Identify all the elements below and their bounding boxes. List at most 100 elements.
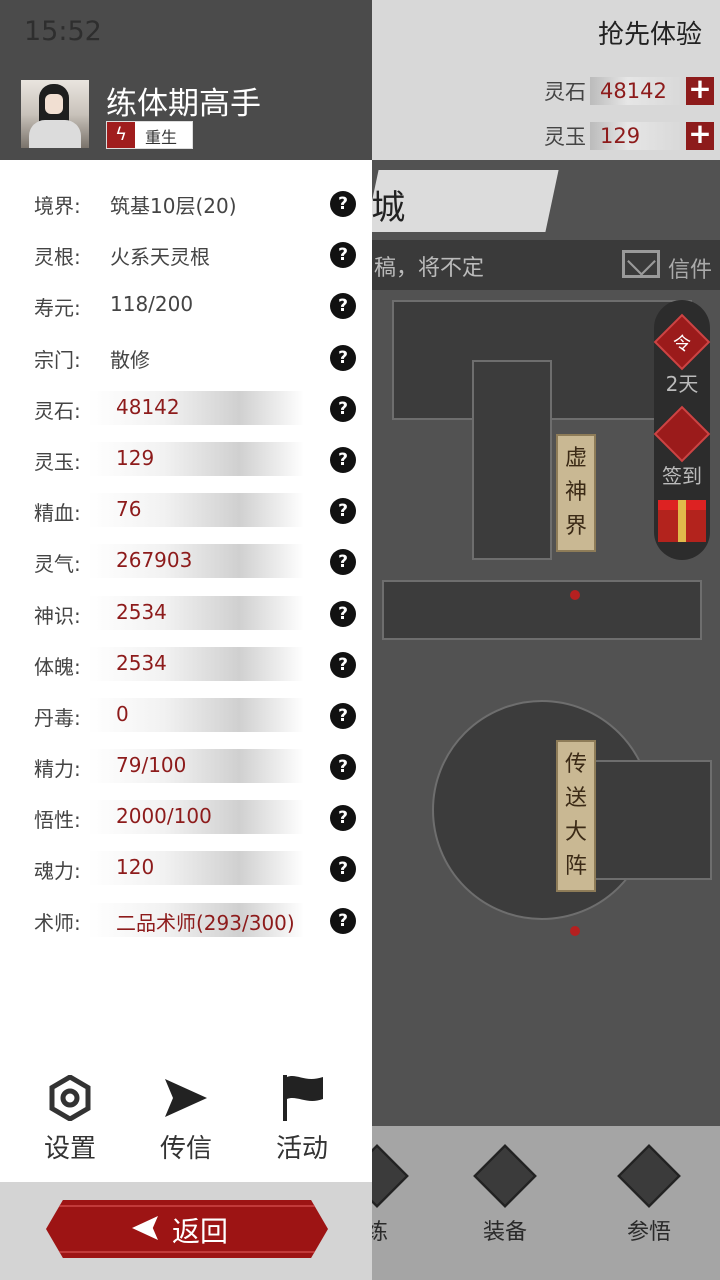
stat-value: 120 [116, 855, 155, 880]
early-access-label[interactable]: 抢先体验 [598, 14, 702, 51]
rebirth-badge[interactable]: ϟ 重生 [106, 121, 193, 149]
map-marker-dot [570, 590, 580, 600]
stat-value-bar: 120 [88, 851, 304, 886]
add-lingshi-button[interactable]: + [686, 75, 714, 105]
drawer-header: 15:52 练体期高手 ϟ 重生 [0, 0, 372, 160]
map-marker-dot [570, 926, 580, 936]
stat-row: 神识: 2534? [0, 588, 372, 639]
help-icon[interactable]: ? [330, 754, 356, 781]
resource-value: 129 [590, 122, 684, 150]
settings-button[interactable]: 设置 [15, 1072, 125, 1165]
help-icon[interactable]: ? [330, 651, 356, 678]
help-icon[interactable]: ? [330, 702, 356, 729]
sword-icon [473, 1144, 537, 1208]
stat-row: 丹毒: 0? [0, 690, 372, 741]
sign-in-icon[interactable] [653, 405, 711, 463]
stat-value-bar: 48142 [88, 390, 304, 425]
news-ticker: 稿，将不定 信件 [372, 240, 720, 290]
stat-label: 寿元: [34, 296, 81, 321]
send-icon [131, 1072, 241, 1124]
message-button[interactable]: 传信 [131, 1072, 241, 1165]
stat-value-bar: 76 [88, 493, 304, 528]
stat-value: 2000/100 [116, 804, 212, 829]
order-glyph: 令 [673, 334, 691, 355]
stat-label: 精力: [34, 757, 81, 782]
stat-value-bar: 0 [88, 697, 304, 732]
stat-label: 悟性: [34, 808, 81, 833]
stat-value: 129 [116, 445, 155, 470]
avatar[interactable] [21, 80, 89, 148]
stat-row: 术师: 二品术师(293/300)? [0, 895, 372, 946]
nav-label: 装备 [482, 1220, 527, 1245]
city-name: 城 [371, 188, 406, 228]
resource-name: 灵石 [544, 80, 586, 104]
help-icon[interactable]: ? [330, 344, 356, 371]
gear-icon [15, 1072, 125, 1124]
gift-icon[interactable] [658, 500, 706, 542]
sign-in-label[interactable]: 签到 [654, 460, 710, 489]
help-icon[interactable]: ? [330, 242, 356, 269]
stat-value: 79/100 [116, 753, 187, 778]
help-icon[interactable]: ? [330, 907, 356, 934]
stat-row: 精血: 76? [0, 485, 372, 536]
book-icon [617, 1144, 681, 1208]
help-icon[interactable]: ? [330, 600, 356, 627]
stat-row: 境界: 筑基10层(20)? [0, 178, 372, 229]
nav-insight[interactable]: 参悟 [604, 1144, 694, 1246]
help-icon[interactable]: ? [330, 856, 356, 883]
stat-value-bar: 129 [88, 441, 304, 476]
bottom-navigation: 练 装备 参悟 [345, 1126, 720, 1280]
help-icon[interactable]: ? [330, 293, 356, 320]
stat-value-bar: 2534 [88, 646, 304, 681]
stat-row: 宗门: 散修? [0, 332, 372, 383]
stat-value-bar: 267903 [88, 544, 304, 579]
help-icon[interactable]: ? [330, 395, 356, 422]
stat-value-bar: 2000/100 [88, 800, 304, 835]
stat-value: 267903 [116, 548, 193, 573]
rebirth-label: 重生 [145, 128, 178, 147]
stat-label: 宗门: [34, 347, 81, 372]
stat-value: 0 [116, 701, 129, 726]
message-label: 传信 [159, 1134, 212, 1164]
stat-label: 灵气: [34, 552, 81, 577]
return-button[interactable]: 返回 [46, 1200, 328, 1258]
stat-label: 精血: [34, 501, 81, 526]
mail-icon[interactable] [622, 250, 660, 278]
stat-row: 灵气: 267903? [0, 536, 372, 587]
stat-row: 寿元: 118/200? [0, 280, 372, 331]
mail-label[interactable]: 信件 [668, 252, 712, 284]
stat-value: 48142 [116, 394, 180, 419]
news-text: 稿，将不定 [374, 256, 485, 281]
side-button-column: 令 2天 签到 [653, 300, 711, 560]
stat-row: 灵玉: 129? [0, 434, 372, 485]
add-lingyu-button[interactable]: + [686, 120, 714, 150]
help-icon[interactable]: ? [330, 191, 356, 217]
stat-label: 灵玉: [34, 449, 81, 474]
activity-button[interactable]: 活动 [247, 1072, 357, 1165]
player-name: 练体期高手 [106, 86, 261, 122]
stat-row: 灵石: 48142? [0, 383, 372, 434]
map-tag-teleport[interactable]: 传送大阵 [556, 740, 596, 892]
nav-equipment[interactable]: 装备 [460, 1144, 550, 1246]
stat-label: 灵根: [34, 245, 81, 270]
return-area: 返回 [0, 1182, 372, 1280]
stat-label: 灵石: [34, 398, 81, 423]
lightning-icon: ϟ [107, 122, 135, 148]
settings-label: 设置 [43, 1134, 96, 1164]
stat-row: 魂力: 120? [0, 843, 372, 894]
nav-label: 参悟 [626, 1220, 671, 1245]
return-label: 返回 [172, 1215, 229, 1248]
help-icon[interactable]: ? [330, 549, 356, 576]
order-days: 2天 [665, 372, 699, 396]
stat-value: 筑基10层(20) [110, 194, 237, 218]
help-icon[interactable]: ? [330, 805, 356, 832]
stat-value: 二品术师(293/300) [116, 910, 295, 935]
map-tag-xushenjie[interactable]: 虚神界 [556, 434, 596, 552]
city-name-banner: 城 [365, 170, 559, 232]
help-icon[interactable]: ? [330, 498, 356, 525]
help-icon[interactable]: ? [330, 446, 356, 473]
stat-row: 灵根: 火系天灵根? [0, 229, 372, 280]
stat-label: 体魄: [34, 654, 81, 679]
stat-value-bar: 二品术师(293/300) [88, 902, 304, 937]
activity-label: 活动 [275, 1134, 328, 1164]
